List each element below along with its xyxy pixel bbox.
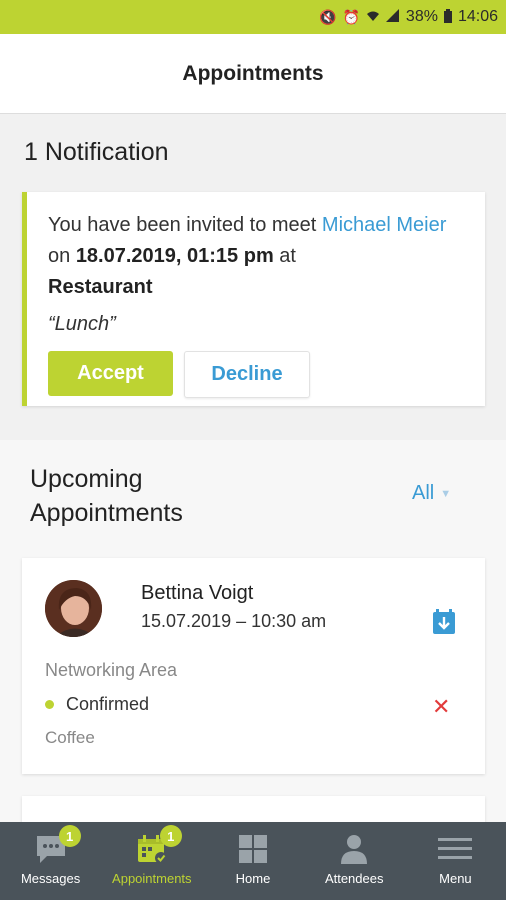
invitation-note: “Lunch” (48, 313, 116, 335)
appointment-location: Networking Area (45, 660, 178, 680)
notifications-section: 1 Notification You have been invited to … (0, 114, 506, 440)
nav-menu[interactable]: Menu (405, 822, 506, 900)
invitation-card: You have been invited to meet Michael Me… (22, 192, 485, 406)
nav-attendees[interactable]: Attendees (304, 822, 405, 900)
cancel-appointment-icon[interactable]: ✕ (432, 696, 450, 718)
invitation-actions: Accept Decline (48, 351, 465, 398)
alarm-icon: ⏰ (342, 8, 360, 25)
hamburger-icon (438, 833, 473, 865)
notifications-heading: 1 Notification (24, 138, 169, 166)
nav-label: Menu (439, 871, 472, 886)
status-bar: 🔇 ⏰ 38% 14:06 (0, 0, 506, 34)
calendar-check-icon: 1 (136, 825, 182, 865)
status-dot-icon (45, 700, 54, 709)
messages-badge: 1 (58, 825, 81, 847)
download-icon[interactable] (432, 609, 456, 635)
nav-label: Messages (20, 871, 81, 886)
appointment-card[interactable] (22, 796, 485, 822)
person-icon (340, 833, 368, 865)
accept-button[interactable]: Accept (48, 351, 173, 396)
nav-label: Home (235, 871, 271, 886)
appointment-note: Coffee (45, 728, 95, 747)
page-title: Appointments (182, 61, 324, 85)
appointment-status: Confirmed (45, 694, 149, 715)
grid-icon (238, 833, 268, 865)
battery-icon (443, 8, 452, 26)
caret-down-icon: ▼ (440, 487, 452, 500)
chat-bubble-icon: 1 (35, 825, 81, 865)
nav-label: Appointments (112, 871, 192, 886)
filter-label: All (412, 482, 435, 504)
decline-button[interactable]: Decline (184, 351, 310, 398)
battery-percent: 38% (405, 8, 438, 25)
nav-home[interactable]: Home (202, 822, 303, 900)
bottom-nav: 1 Messages 1 Appointments Home Attendees… (0, 822, 506, 900)
upcoming-section: Upcoming Appointments All ▼ Bettina Voig… (0, 440, 506, 822)
invitation-place: Restaurant (48, 276, 153, 298)
appointment-card[interactable]: Bettina Voigt 15.07.2019 – 10:30 am Netw… (22, 558, 485, 774)
invitee-link[interactable]: Michael Meier (322, 214, 446, 236)
nav-label: Attendees (324, 871, 384, 886)
mute-icon: 🔇 (319, 8, 337, 25)
nav-messages[interactable]: 1 Messages (0, 822, 101, 900)
appointments-badge: 1 (159, 825, 182, 847)
upcoming-heading: Upcoming Appointments (30, 465, 183, 527)
app-header: Appointments (0, 34, 506, 114)
signal-icon (385, 9, 400, 25)
clock: 14:06 (457, 8, 498, 25)
nav-appointments[interactable]: 1 Appointments (101, 822, 202, 900)
status-label: Confirmed (66, 694, 150, 714)
appointment-name: Bettina Voigt (141, 582, 254, 604)
appointment-datetime: 15.07.2019 – 10:30 am (141, 611, 327, 631)
invitation-text: You have been invited to meet Michael Me… (48, 214, 447, 298)
avatar (45, 580, 102, 637)
wifi-icon (366, 9, 380, 25)
filter-dropdown[interactable]: All ▼ (412, 482, 451, 505)
invitation-datetime: 18.07.2019, 01:15 pm (75, 245, 274, 267)
